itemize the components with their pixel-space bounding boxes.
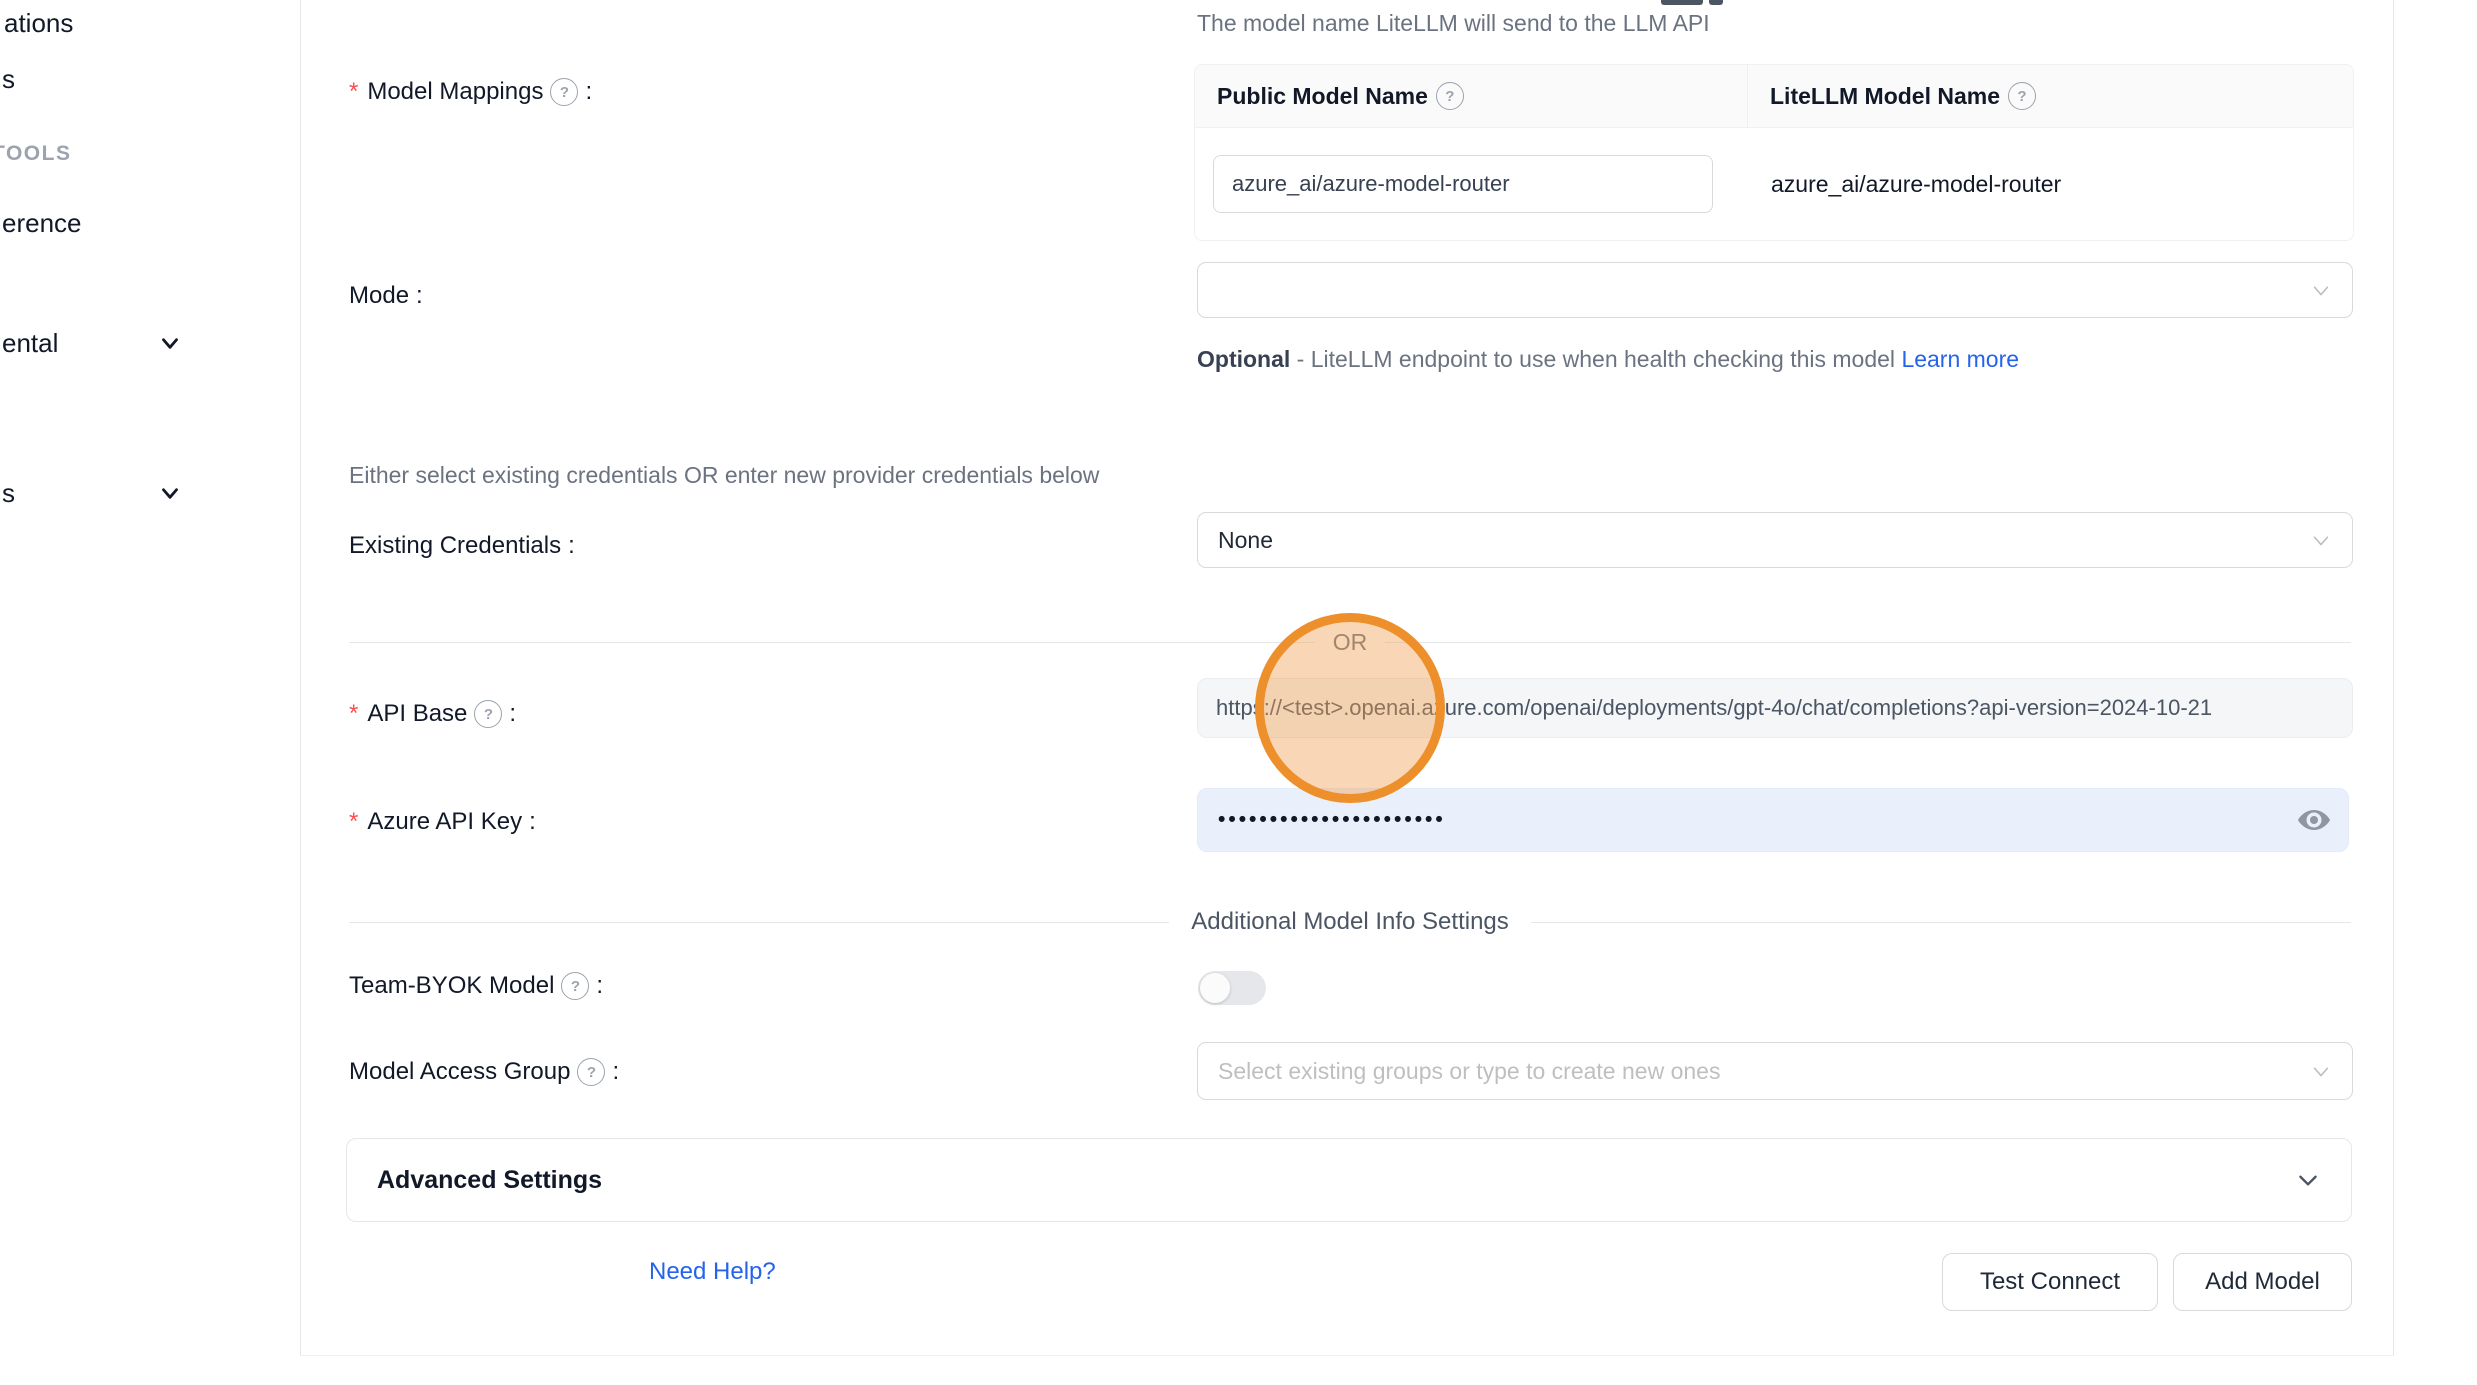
required-asterisk: * <box>349 808 358 836</box>
chevron-down-icon <box>2310 529 2332 551</box>
chevron-down-icon <box>2310 1060 2332 1082</box>
advanced-settings-title: Advanced Settings <box>377 1166 602 1195</box>
sidebar: ations s TOOLS erence ental s <box>0 0 300 1385</box>
sidebar-item-experimental[interactable]: ental <box>2 328 58 359</box>
masked-password-value: •••••••••••••••••••••• <box>1218 808 1446 832</box>
need-help-link[interactable]: Need Help? <box>649 1258 776 1286</box>
advanced-settings-panel[interactable]: Advanced Settings <box>346 1138 2352 1222</box>
help-icon[interactable]: ? <box>474 700 502 728</box>
help-icon[interactable]: ? <box>561 972 589 1000</box>
public-model-name-input[interactable]: azure_ai/azure-model-router <box>1213 155 1713 213</box>
table-row: azure_ai/azure-model-router azure_ai/azu… <box>1195 128 2353 240</box>
api-base-label: * API Base ? : <box>349 700 516 728</box>
mode-label: Mode: <box>349 282 423 310</box>
sidebar-item[interactable]: s <box>2 64 15 95</box>
sidebar-item-settings[interactable]: s <box>2 478 15 509</box>
learn-more-link[interactable]: Learn more <box>1901 346 2019 372</box>
eye-icon[interactable] <box>2296 806 2332 834</box>
additional-settings-divider: Additional Model Info Settings <box>349 900 2351 944</box>
column-header-public-model-name: Public Model Name ? <box>1195 65 1747 127</box>
click-annotation-circle <box>1255 613 1445 803</box>
model-access-group-select[interactable]: Select existing groups or type to create… <box>1197 1042 2353 1100</box>
existing-credentials-label: Existing Credentials: <box>349 532 575 560</box>
sidebar-item-organizations[interactable]: ations <box>4 8 73 39</box>
table-header-row: Public Model Name ? LiteLLM Model Name ? <box>1195 65 2353 128</box>
model-name-help-text: The model name LiteLLM will send to the … <box>1197 10 1710 37</box>
mode-help-text: Optional - LiteLLM endpoint to use when … <box>1197 340 2027 380</box>
help-icon[interactable]: ? <box>2008 82 2036 110</box>
help-icon[interactable]: ? <box>1436 82 1464 110</box>
cutoff-text-fragment <box>1709 0 1723 5</box>
test-connect-button[interactable]: Test Connect <box>1942 1253 2158 1311</box>
model-mappings-table: Public Model Name ? LiteLLM Model Name ?… <box>1194 64 2354 241</box>
existing-credentials-select[interactable]: None <box>1197 512 2353 568</box>
chevron-down-icon <box>2295 1167 2321 1193</box>
team-byok-toggle[interactable] <box>1198 971 1266 1005</box>
toggle-knob <box>1200 973 1230 1003</box>
credentials-note: Either select existing credentials OR en… <box>349 462 1099 489</box>
chevron-down-icon[interactable] <box>157 480 183 506</box>
sidebar-item-reference[interactable]: erence <box>2 208 82 239</box>
model-access-group-label: Model Access Group ? : <box>349 1058 619 1086</box>
help-icon[interactable]: ? <box>577 1058 605 1086</box>
chevron-down-icon <box>2310 279 2332 301</box>
add-model-button[interactable]: Add Model <box>2173 1253 2352 1311</box>
team-byok-label: Team-BYOK Model ? : <box>349 972 603 1000</box>
mode-select[interactable] <box>1197 262 2353 318</box>
help-icon[interactable]: ? <box>550 78 578 106</box>
column-header-litellm-model-name: LiteLLM Model Name ? <box>1747 65 2353 127</box>
chevron-down-icon[interactable] <box>157 330 183 356</box>
required-asterisk: * <box>349 700 358 728</box>
required-asterisk: * <box>349 78 358 106</box>
litellm-model-name-value: azure_ai/azure-model-router <box>1765 171 2061 198</box>
cutoff-text-fragment <box>1661 0 1703 5</box>
azure-api-key-label: * Azure API Key : <box>349 808 536 836</box>
model-mappings-label: * Model Mappings ? : <box>349 78 592 106</box>
sidebar-section-tools: TOOLS <box>0 142 71 166</box>
